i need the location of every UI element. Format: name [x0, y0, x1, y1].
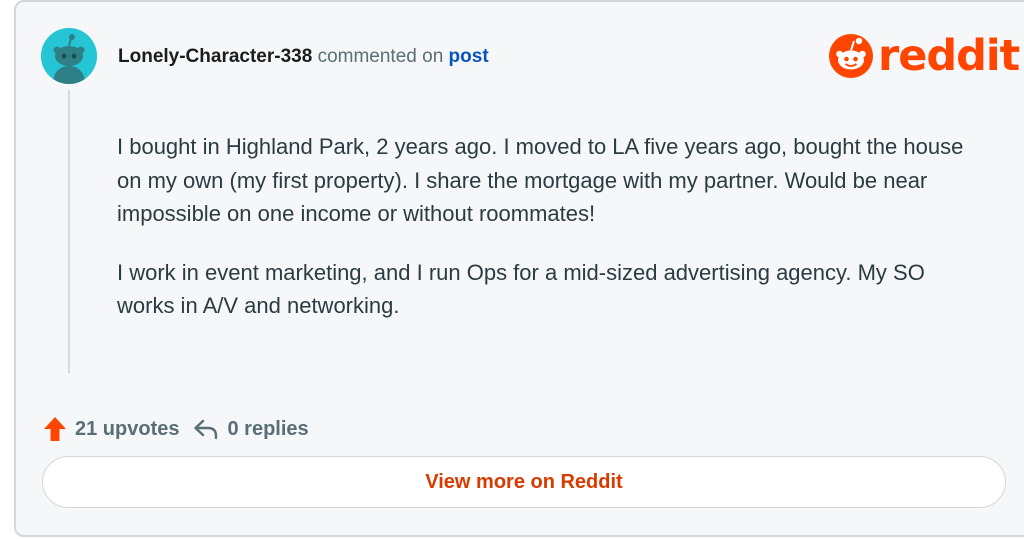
replies-button[interactable]: 0 replies	[193, 417, 309, 441]
post-link[interactable]: post	[449, 46, 489, 67]
comment-body: I bought in Highland Park, 2 years ago. …	[117, 130, 977, 348]
action-text: commented on	[317, 46, 444, 67]
view-more-button[interactable]: View more on Reddit	[42, 456, 1006, 508]
user-avatar[interactable]	[41, 28, 97, 84]
reddit-snoo-icon	[829, 34, 873, 78]
reddit-wordmark: reddit	[878, 31, 1020, 81]
replies-count: 0 replies	[227, 417, 309, 440]
thread-line	[68, 90, 70, 373]
comment-actions: 21 upvotes 0 replies	[43, 414, 309, 444]
reddit-logo[interactable]: reddit	[828, 31, 1020, 81]
upvote-arrow-icon[interactable]	[43, 416, 67, 442]
comment-paragraph-1: I bought in Highland Park, 2 years ago. …	[117, 134, 964, 226]
reply-arrow-icon[interactable]	[193, 418, 219, 440]
upvote-button[interactable]: 21 upvotes	[43, 416, 179, 442]
snoo-avatar-icon	[41, 28, 97, 84]
upvote-count: 21 upvotes	[75, 417, 180, 440]
username-link[interactable]: Lonely-Character-338	[118, 46, 312, 67]
comment-paragraph-2: I work in event marketing, and I run Ops…	[117, 259, 925, 319]
comment-meta: Lonely-Character-338 commented on post	[118, 45, 489, 69]
